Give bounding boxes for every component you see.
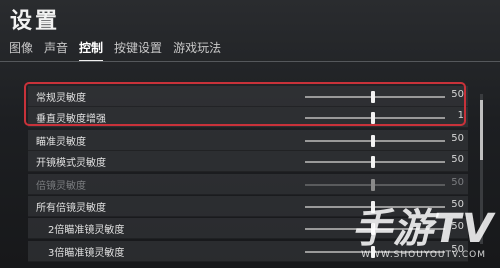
- slider-handle: [370, 179, 375, 191]
- watermark-url: WWW.SHOUYOUTV.COM: [361, 250, 486, 260]
- tab-key-bindings[interactable]: 按键设置: [114, 39, 162, 60]
- tab-gameplay[interactable]: 游戏玩法: [173, 39, 221, 60]
- tabs-divider: [0, 61, 500, 62]
- watermark-logo: 手游TV: [351, 206, 494, 252]
- setting-value: 50: [451, 133, 464, 144]
- settings-tabs: 图像 声音 控制 按键设置 游戏玩法: [9, 39, 221, 62]
- setting-label: 2倍瞄准镜灵敏度: [48, 225, 125, 236]
- scrollbar-thumb[interactable]: [480, 100, 483, 160]
- sensitivity-slider: [305, 179, 445, 191]
- slider-handle[interactable]: [370, 135, 375, 147]
- setting-label: 瞄准灵敏度: [36, 137, 86, 148]
- setting-value: 50: [451, 177, 464, 188]
- setting-row: 开镜模式灵敏度 50: [28, 151, 468, 172]
- tab-controls[interactable]: 控制: [79, 39, 104, 62]
- setting-label: 3倍瞄准镜灵敏度: [48, 248, 125, 259]
- sensitivity-slider[interactable]: [305, 135, 445, 147]
- setting-label: 倍镜灵敏度: [36, 181, 86, 192]
- tab-graphics[interactable]: 图像: [9, 39, 33, 60]
- highlight-box: [24, 82, 466, 126]
- setting-row: 倍镜灵敏度 50: [28, 174, 468, 195]
- page-title: 设置: [10, 9, 61, 34]
- setting-row: 瞄准灵敏度 50: [28, 130, 468, 151]
- tab-sound[interactable]: 声音: [44, 39, 68, 60]
- sensitivity-slider[interactable]: [305, 156, 445, 168]
- setting-label: 所有倍镜灵敏度: [36, 203, 106, 214]
- slider-handle[interactable]: [370, 156, 375, 168]
- setting-label: 开镜模式灵敏度: [36, 158, 106, 169]
- setting-value: 50: [451, 154, 464, 165]
